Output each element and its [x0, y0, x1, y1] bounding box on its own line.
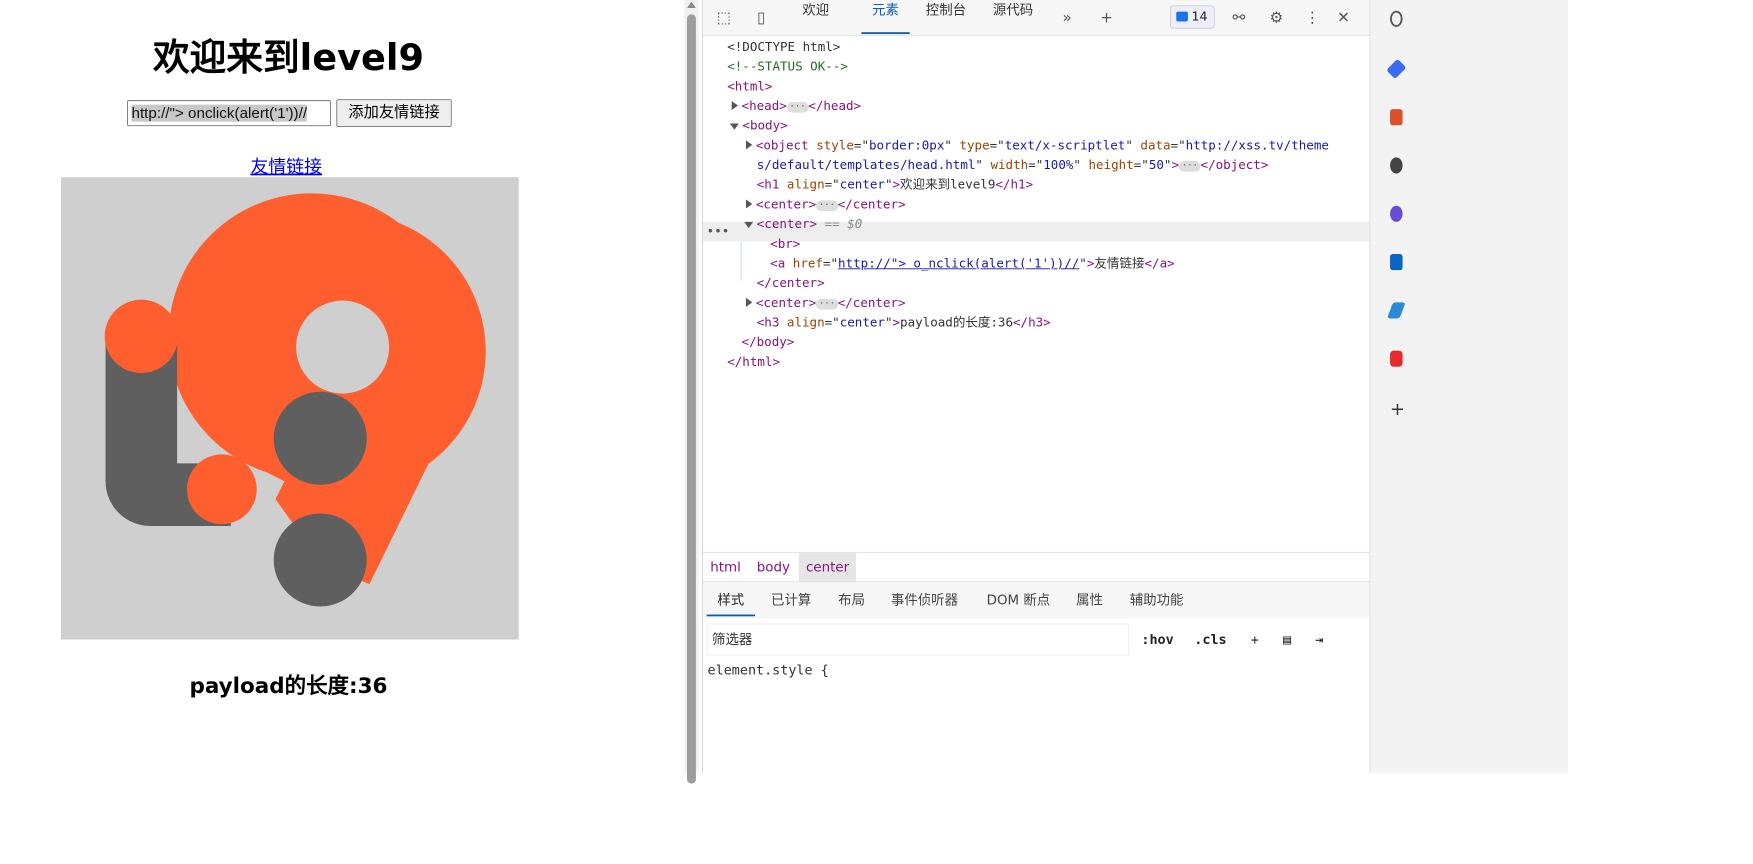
dom-center-selected[interactable]: <center> == $0	[744, 215, 862, 235]
tab-welcome[interactable]: 欢迎	[802, 0, 829, 34]
tab-elements[interactable]: 元素	[861, 0, 910, 34]
dom-html-close[interactable]: </html>	[727, 352, 780, 372]
page-scrollbar[interactable]	[684, 0, 699, 784]
tab-computed[interactable]: 已计算	[771, 582, 811, 616]
expand-icon	[746, 199, 753, 209]
inspect-icon[interactable]: ⬚	[714, 8, 734, 28]
add-icon[interactable]: +	[1390, 400, 1405, 418]
more-tabs-icon[interactable]: »	[1057, 8, 1077, 28]
issues-icon	[1176, 11, 1188, 22]
page-title: 欢迎来到level9	[152, 35, 424, 79]
dom-body-close[interactable]: </body>	[742, 333, 795, 353]
dom-center-close[interactable]: </center>	[757, 274, 825, 294]
breadcrumb-html[interactable]: html	[703, 553, 748, 582]
styles-filter-input[interactable]: 筛选器	[706, 623, 1129, 656]
dom-center-3[interactable]: <center> ··· </center>	[746, 293, 906, 313]
issues-count: 14	[1191, 9, 1208, 25]
dom-h1[interactable]: <h1 align="center">欢迎来到level9</h1>	[757, 175, 1033, 195]
expand-icon	[746, 140, 753, 150]
dom-doctype[interactable]: <!DOCTYPE html>	[727, 38, 840, 58]
copilot-icon[interactable]	[1386, 58, 1407, 79]
dom-object[interactable]: <object style="border:0px" type="text/x-…	[746, 136, 1329, 156]
dom-object-cont[interactable]: s/default/templates/head.html" width="10…	[757, 156, 1269, 176]
payload-length: payload的长度:36	[189, 673, 388, 699]
webpage: 欢迎来到level9 http://"> onclick(alert('1'))…	[0, 0, 678, 864]
styles-tabbar: 样式 已计算 布局 事件侦听器 DOM 断点 属性 辅助功能	[703, 582, 1370, 619]
toggle-sidebar-icon[interactable]: ⇥	[1315, 632, 1323, 648]
youtube-icon[interactable]	[1390, 350, 1403, 367]
breadcrumb: html body center	[703, 551, 1370, 583]
search-icon[interactable]	[1390, 10, 1403, 27]
browser-sidebar: +	[1369, 0, 1569, 773]
dom-center-1[interactable]: <center> ··· </center>	[746, 195, 906, 215]
dom-a[interactable]: <a href="http://"> o_nclick(alert('1'))/…	[770, 254, 1174, 274]
add-link-button[interactable]: 添加友情链接	[336, 99, 452, 128]
input-value: http://"> onclick(alert('1'))//	[131, 104, 308, 122]
dom-br[interactable]: <br>	[770, 234, 800, 254]
collapse-icon	[729, 123, 739, 130]
collapse-icon	[744, 221, 754, 229]
tab-properties[interactable]: 属性	[1076, 582, 1103, 616]
expand-icon	[746, 297, 753, 307]
settings-gear-icon[interactable]: ⚙	[1267, 8, 1287, 28]
ellipsis-icon: ···	[786, 101, 809, 113]
add-rule-icon[interactable]: +	[1251, 632, 1259, 648]
dom-body[interactable]: <body>	[729, 116, 788, 136]
more-options-icon[interactable]: ⋮	[1302, 8, 1322, 28]
tab-accessibility[interactable]: 辅助功能	[1130, 582, 1184, 616]
dom-h3[interactable]: <h3 align="center">payload的长度:36</h3>	[757, 313, 1051, 333]
dom-head[interactable]: <head> ··· </head>	[731, 97, 861, 117]
breadcrumb-center[interactable]: center	[798, 552, 857, 582]
add-tab-icon[interactable]: +	[1097, 8, 1117, 28]
connection-icon[interactable]: ⚯	[1229, 8, 1249, 28]
close-icon[interactable]: ✕	[1334, 8, 1354, 28]
dom-comment[interactable]: <!--STATUS OK-->	[727, 57, 848, 77]
paint-icon[interactable]: ▤	[1283, 632, 1291, 648]
hov-toggle[interactable]: :hov	[1141, 632, 1173, 648]
tab-console[interactable]: 控制台	[926, 0, 966, 34]
row-menu-icon[interactable]: •••	[707, 222, 730, 242]
scroll-up-icon[interactable]	[686, 1, 696, 9]
dom-html-open[interactable]: <html>	[727, 77, 772, 97]
office-icon[interactable]	[1390, 205, 1403, 222]
outlook-icon[interactable]	[1390, 254, 1403, 271]
level9-logo-image	[60, 177, 519, 640]
indent-guide	[740, 241, 742, 281]
elements-tree: ••• <!DOCTYPE html> <!--STATUS OK--> <ht…	[703, 38, 1370, 552]
breadcrumb-body[interactable]: body	[750, 553, 798, 582]
link-input[interactable]: http://"> onclick(alert('1'))//	[127, 100, 331, 127]
device-toolbar-icon[interactable]: ▯	[751, 8, 771, 28]
user-icon[interactable]	[1390, 157, 1403, 174]
scroll-thumb[interactable]	[686, 14, 696, 784]
tab-layout[interactable]: 布局	[838, 582, 865, 616]
tab-event-listeners[interactable]: 事件侦听器	[891, 582, 958, 616]
issues-button[interactable]: 14	[1170, 5, 1215, 29]
tab-styles[interactable]: 样式	[706, 582, 755, 617]
expand-icon	[731, 101, 738, 111]
devtools-panel: ⬚ ▯ 欢迎 元素 控制台 源代码 » + 14 ⚯ ⚙ ⋮ ✕ ••• <!D…	[702, 0, 1370, 773]
devtools-toolbar: ⬚ ▯ 欢迎 元素 控制台 源代码 » + 14 ⚯ ⚙ ⋮ ✕	[703, 0, 1370, 36]
friend-link[interactable]: 友情链接	[250, 152, 322, 178]
tools-icon[interactable]	[1390, 109, 1403, 126]
tab-sources[interactable]: 源代码	[993, 0, 1033, 34]
tab-dom-breakpoints[interactable]: DOM 断点	[987, 582, 1051, 616]
element-style-rule[interactable]: element.style {	[708, 662, 829, 678]
cls-toggle[interactable]: .cls	[1194, 632, 1226, 648]
send-icon[interactable]	[1387, 302, 1406, 319]
styles-tools: :hov .cls + ▤ ⇥	[1141, 623, 1323, 655]
